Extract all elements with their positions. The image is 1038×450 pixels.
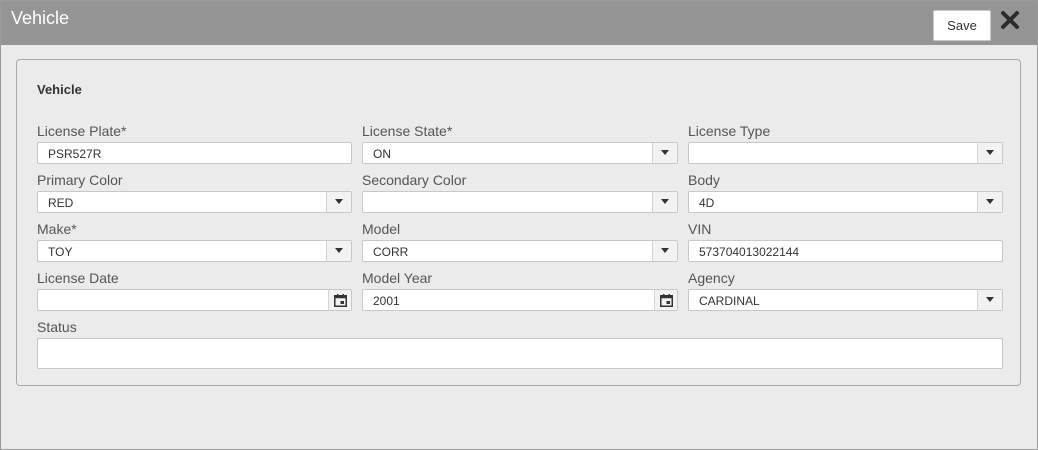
secondary-color-select[interactable] bbox=[362, 191, 678, 213]
chevron-down-icon[interactable] bbox=[652, 192, 677, 212]
license-state-label: License State* bbox=[362, 123, 453, 139]
make-label: Make* bbox=[37, 221, 77, 237]
dialog-title: Vehicle bbox=[11, 8, 70, 28]
license-state-value: ON bbox=[373, 147, 391, 161]
calendar-icon[interactable] bbox=[328, 290, 351, 310]
model-year-label: Model Year bbox=[362, 270, 433, 286]
make-select[interactable]: TOY bbox=[37, 240, 352, 262]
chevron-down-icon[interactable] bbox=[977, 192, 1002, 212]
license-plate-input[interactable]: PSR527R bbox=[37, 142, 352, 164]
license-type-label: License Type bbox=[688, 123, 771, 139]
primary-color-label: Primary Color bbox=[37, 172, 123, 188]
save-button[interactable]: Save bbox=[933, 10, 991, 41]
license-type-select[interactable] bbox=[688, 142, 1003, 164]
vin-input[interactable]: 573704013022144 bbox=[688, 240, 1003, 262]
dialog-titlebar: Vehicle Save bbox=[1, 1, 1037, 45]
chevron-down-icon[interactable] bbox=[652, 143, 677, 163]
chevron-down-icon[interactable] bbox=[977, 290, 1002, 310]
model-select[interactable]: CORR bbox=[362, 240, 678, 262]
agency-value: CARDINAL bbox=[699, 294, 760, 308]
license-date-label: License Date bbox=[37, 270, 119, 286]
agency-label: Agency bbox=[688, 270, 735, 286]
vehicle-dialog: Vehicle Save Vehicle License Plate* PSR5… bbox=[0, 0, 1038, 450]
section-title: Vehicle bbox=[37, 82, 82, 97]
chevron-down-icon[interactable] bbox=[977, 143, 1002, 163]
status-label: Status bbox=[37, 319, 77, 335]
license-date-input[interactable] bbox=[37, 289, 352, 311]
model-label: Model bbox=[362, 221, 401, 237]
close-icon[interactable] bbox=[1000, 10, 1020, 30]
body-label: Body bbox=[688, 172, 720, 188]
secondary-color-label: Secondary Color bbox=[362, 172, 467, 188]
license-plate-label: License Plate* bbox=[37, 123, 127, 139]
model-year-input[interactable]: 2001 bbox=[362, 289, 678, 311]
model-year-value: 2001 bbox=[373, 294, 400, 308]
vin-value: 573704013022144 bbox=[699, 245, 800, 259]
license-plate-value: PSR527R bbox=[48, 147, 102, 161]
primary-color-select[interactable]: RED bbox=[37, 191, 352, 213]
body-value: 4D bbox=[699, 196, 715, 210]
status-input[interactable] bbox=[37, 338, 1003, 369]
make-value: TOY bbox=[48, 245, 73, 259]
vehicle-panel: Vehicle License Plate* PSR527R License S… bbox=[16, 59, 1021, 386]
calendar-icon[interactable] bbox=[654, 290, 677, 310]
vin-label: VIN bbox=[688, 221, 712, 237]
agency-select[interactable]: CARDINAL bbox=[688, 289, 1003, 311]
body-select[interactable]: 4D bbox=[688, 191, 1003, 213]
chevron-down-icon[interactable] bbox=[652, 241, 677, 261]
model-value: CORR bbox=[373, 245, 409, 259]
license-state-select[interactable]: ON bbox=[362, 142, 678, 164]
chevron-down-icon[interactable] bbox=[326, 192, 351, 212]
primary-color-value: RED bbox=[48, 196, 74, 210]
chevron-down-icon[interactable] bbox=[326, 241, 351, 261]
